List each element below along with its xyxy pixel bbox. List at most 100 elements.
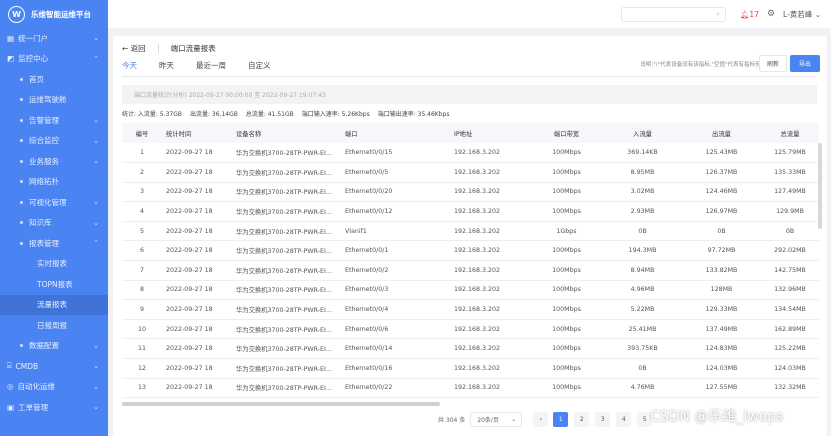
logo-icon: W: [8, 5, 25, 23]
sidebar-item[interactable]: 知识库 ⌄: [0, 213, 108, 234]
table-row[interactable]: 6 2022-09-27 18 华为交换机3700-28TP-PWR-EI... Et…: [122, 240, 819, 262]
page-4-button[interactable]: 4: [616, 412, 632, 427]
page-3-button[interactable]: 3: [595, 412, 611, 427]
table-cell: 4.96MB: [603, 280, 682, 301]
sidebar-item-label: 运维驾驶舱: [29, 95, 67, 105]
sidebar-item[interactable]: ⌸ CMDB ⌄: [0, 356, 108, 377]
sidebar-item[interactable]: ◎ 自动化运维 ⌄: [0, 377, 108, 398]
sidebar-item[interactable]: 首页: [0, 69, 108, 90]
export-button[interactable]: 导出: [790, 55, 820, 72]
menu-icon: ◩: [7, 54, 15, 64]
table-row[interactable]: 7 2022-09-27 18 华为交换机3700-28TP-PWR-EI... Et…: [122, 260, 819, 281]
chevron-icon: ⌃: [93, 239, 99, 248]
server-icon: ⌸: [7, 361, 12, 371]
tab-2[interactable]: 最近一周: [196, 60, 226, 77]
table-cell: 6: [122, 240, 162, 262]
sidebar-item-label: 实时报表: [37, 259, 67, 269]
sidebar-item-label: 告警管理: [29, 115, 59, 125]
column-header[interactable]: 出流量: [682, 123, 761, 143]
table-row[interactable]: 11 2022-09-27 18 华为交换机3700-28TP-PWR-EI... E…: [122, 338, 819, 360]
alerts-button[interactable]: 🔔︎17: [740, 10, 759, 19]
chevron-icon: ⌄: [93, 34, 99, 43]
table-row[interactable]: 4 2022-09-27 18 华为交换机3700-28TP-PWR-EI... Et…: [122, 201, 819, 222]
stat-item: 端口输出速率: 35.46Kbps: [377, 111, 450, 118]
chevron-down-icon: ⌄: [814, 9, 821, 19]
table-cell: 192.168.3.202: [450, 240, 530, 262]
table-row[interactable]: 5 2022-09-27 18 华为交换机3700-28TP-PWR-EI... Vl…: [122, 221, 819, 242]
column-header[interactable]: 设备名称: [232, 123, 341, 143]
table-row[interactable]: 13 2022-09-27 18 华为交换机3700-28TP-PWR-EI... E…: [122, 378, 819, 399]
table-cell: 100Mbps: [530, 260, 603, 281]
sidebar-item[interactable]: ▦ 统一门户 ⌄: [0, 28, 108, 49]
back-button[interactable]: ← 返回: [122, 43, 146, 54]
table-cell: 124.03MB: [761, 358, 819, 379]
sidebar-item[interactable]: ▣ 工单管理 ⌄: [0, 397, 108, 418]
table-cell: 292.02MB: [761, 240, 819, 262]
table-cell: 华为交换机3700-28TP-PWR-EI...: [232, 162, 341, 183]
page-size-value: 20条/页: [477, 417, 499, 424]
chevron-icon: ⌄: [93, 403, 99, 412]
column-header[interactable]: 总流量: [761, 123, 819, 143]
page-2-button[interactable]: 2: [574, 412, 590, 427]
table-cell: 126.97MB: [682, 201, 761, 222]
column-header[interactable]: 端口带宽: [530, 123, 603, 143]
sidebar-item[interactable]: 日报周报: [0, 315, 108, 336]
table-cell: 华为交换机3700-28TP-PWR-EI...: [232, 260, 341, 281]
sidebar-item[interactable]: TOPN报表: [0, 274, 108, 295]
table-row[interactable]: 12 2022-09-27 18 华为交换机3700-28TP-PWR-EI... E…: [122, 358, 819, 379]
table-cell: 4.76MB: [603, 378, 682, 399]
column-header[interactable]: 统计时间: [162, 123, 232, 143]
user-menu[interactable]: L-黄若峰 ⌄: [783, 9, 821, 20]
sidebar-item-label: TOPN报表: [37, 279, 73, 289]
sidebar-item-label: 统一门户: [18, 33, 49, 43]
logo[interactable]: W 乐维智能运维平台: [0, 0, 108, 28]
menu-icon: ▣: [7, 402, 15, 412]
column-header[interactable]: IP地址: [450, 123, 530, 143]
table-row[interactable]: 10 2022-09-27 18 华为交换机3700-28TP-PWR-EI... E…: [122, 319, 819, 340]
table-row[interactable]: 2 2022-09-27 18 华为交换机3700-28TP-PWR-EI... Et…: [122, 162, 819, 183]
sidebar-item[interactable]: 综合监控 ⌄: [0, 131, 108, 152]
table-cell: 5: [122, 221, 162, 242]
sidebar-item[interactable]: ◩ 监控中心 ⌃: [0, 49, 108, 70]
table-row[interactable]: 9 2022-09-27 18 华为交换机3700-28TP-PWR-EI... Et…: [122, 299, 819, 320]
sidebar-item[interactable]: 运维驾驶舱: [0, 90, 108, 111]
table-cell: 137.49MB: [682, 319, 761, 340]
table-cell: 2022-09-27 18: [162, 221, 232, 242]
prev-page-button[interactable]: ‹: [533, 412, 549, 427]
column-header[interactable]: 编号: [122, 123, 162, 143]
sidebar-item[interactable]: 流量报表: [0, 294, 108, 315]
table-cell: 125.43MB: [682, 143, 761, 164]
table-cell: 9: [122, 299, 162, 320]
chevron-icon: ⌄: [93, 136, 99, 145]
horizontal-scrollbar[interactable]: [122, 402, 440, 406]
page-1-button[interactable]: 1: [553, 412, 569, 427]
tab-divider: [122, 76, 817, 77]
sidebar-item[interactable]: 可视化管理 ⌄: [0, 192, 108, 213]
table-row[interactable]: 3 2022-09-27 18 华为交换机3700-28TP-PWR-EI... Et…: [122, 182, 819, 203]
search-input[interactable]: ⌕: [620, 6, 726, 22]
table-cell: 127.49MB: [761, 182, 819, 203]
column-header[interactable]: 端口: [341, 123, 450, 143]
table-row[interactable]: 1 2022-09-27 18 华为交换机3700-28TP-PWR-EI... Et…: [122, 143, 819, 164]
sidebar-item[interactable]: 数据配置 ⌄: [0, 336, 108, 357]
table-cell: 100Mbps: [530, 182, 603, 203]
sidebar-item[interactable]: 告警管理 ⌄: [0, 110, 108, 131]
page-size-select[interactable]: 20条/页 ⌄: [470, 412, 523, 427]
chevron-icon: ⌃: [93, 54, 99, 63]
sidebar-item[interactable]: 业务服务 ⌄: [0, 151, 108, 172]
table-row[interactable]: 8 2022-09-27 18 华为交换机3700-28TP-PWR-EI... Et…: [122, 280, 819, 301]
column-header[interactable]: 入流量: [603, 123, 682, 143]
sidebar-item[interactable]: 网络拓扑: [0, 172, 108, 193]
tab-0[interactable]: 今天: [122, 60, 137, 77]
sidebar-item-label: 日报周报: [37, 320, 67, 330]
vertical-scrollbar[interactable]: [818, 143, 822, 229]
pagination: 共 304 条 20条/页 ⌄ ‹ 12345: [438, 412, 653, 427]
sidebar-item[interactable]: 报表管理 ⌃: [0, 233, 108, 254]
table-cell: 100Mbps: [530, 319, 603, 340]
table-cell: 5.22MB: [603, 299, 682, 320]
gear-icon[interactable]: ⚙: [767, 9, 775, 19]
tab-3[interactable]: 自定义: [248, 60, 271, 77]
sidebar-item[interactable]: 实时报表: [0, 254, 108, 275]
tab-1[interactable]: 昨天: [159, 60, 174, 77]
refresh-button[interactable]: 刷新: [759, 55, 787, 72]
